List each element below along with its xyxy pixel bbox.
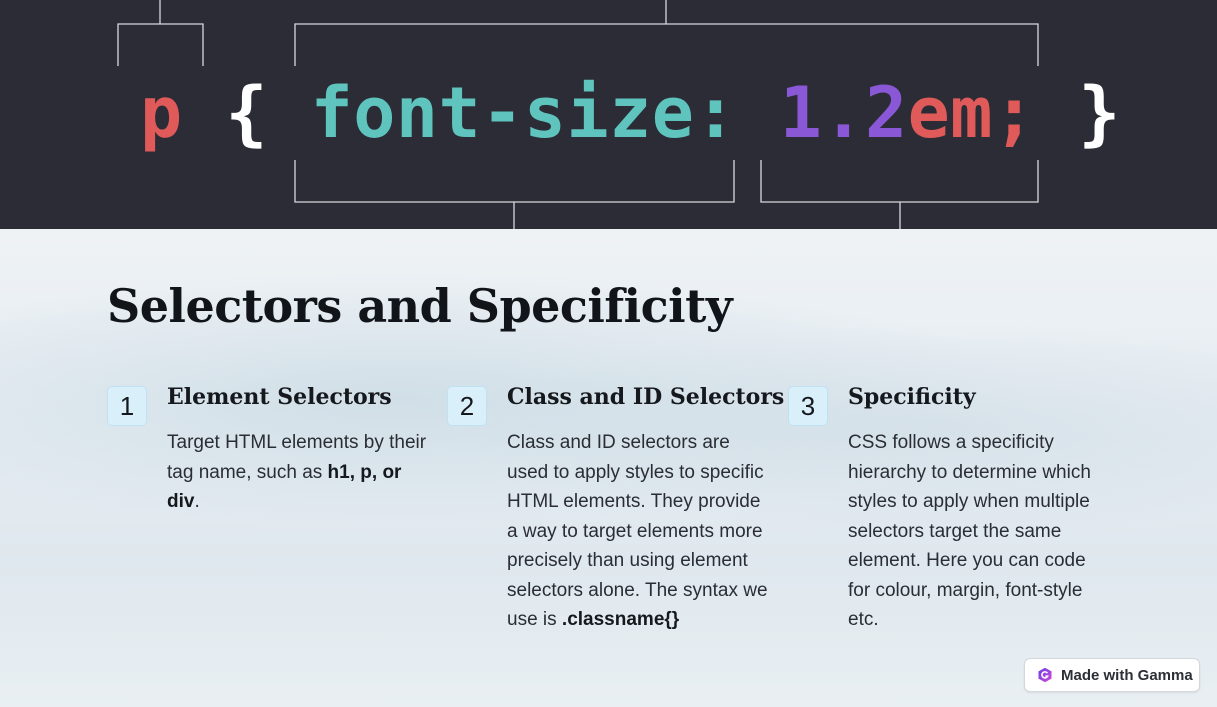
code-hero-banner: p { font-size: 1.2 em; } (0, 0, 1217, 229)
step-number-badge: 1 (107, 386, 147, 426)
slide-title: Selectors and Specificity (107, 279, 733, 333)
gamma-logo-icon (1038, 667, 1052, 683)
css-code-example: p { font-size: 1.2 em; } (140, 68, 1121, 158)
code-property: font-size: (310, 72, 738, 154)
code-open-brace: { (225, 72, 268, 154)
step-number-badge: 3 (788, 386, 828, 426)
code-selector: p (140, 72, 183, 154)
column-body: Target HTML elements by their tag name, … (167, 432, 427, 512)
slide-content: Selectors and Specificity 1 Element Sele… (0, 229, 1217, 707)
code-close-brace: } (1078, 72, 1121, 154)
column-heading: Specificity (848, 384, 976, 410)
column-body: Class and ID selectors are used to apply… (507, 432, 768, 630)
step-number-badge: 2 (447, 386, 487, 426)
column-body-bold: .classname{} (561, 609, 680, 630)
code-number: 1.2 (779, 72, 908, 154)
made-with-gamma-button[interactable]: Made with Gamma (1024, 658, 1200, 692)
made-with-gamma-label: Made with Gamma (1061, 666, 1193, 684)
column-body: CSS follows a specificity hierarchy to d… (848, 432, 1091, 630)
column-heading: Element Selectors (167, 384, 392, 410)
code-unit: em; (907, 72, 1036, 154)
column-heading: Class and ID Selectors (507, 384, 785, 410)
